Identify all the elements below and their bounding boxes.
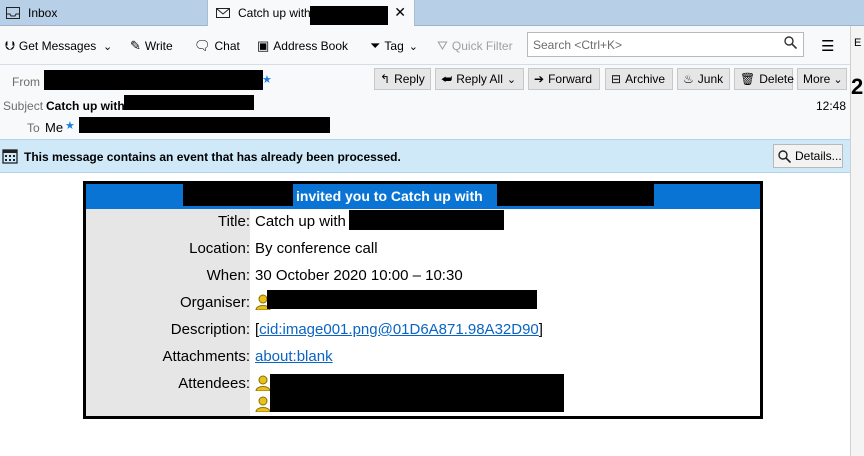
forward-label: Forward [548,72,593,86]
reply-all-icon: ⮨ [441,71,453,86]
details-button[interactable]: Details... [773,144,843,168]
redaction [310,6,388,25]
magnifier-icon [778,149,791,163]
tab-strip: Inbox Catch up with ✕ [0,0,864,26]
tag-icon: ⏷ [370,38,381,53]
person-icon [255,375,271,391]
tab-message-label: Catch up with [238,6,311,20]
search-input[interactable]: Search <Ctrl+K> [527,32,804,57]
chat-button[interactable]: 🗨 Chat [194,36,240,56]
redaction [79,117,330,133]
tab-inbox[interactable]: Inbox [0,0,205,25]
star-icon[interactable]: ★ [262,73,272,86]
flame-icon: ♨ [683,72,694,86]
address-book-icon: ▣ [257,38,270,53]
junk-button[interactable]: ♨ Junk [677,68,730,90]
pencil-icon: ✎ [130,38,141,53]
chat-label: Chat [214,39,240,53]
chevron-down-icon[interactable]: ⌄ [507,73,516,86]
subject-label: Subject [3,99,44,113]
app-menu-icon[interactable]: ☰ [821,37,834,55]
envelope-icon [216,8,230,18]
title-label: Title: [218,213,250,230]
to-label: To [27,121,40,135]
chevron-down-icon: ⌄ [408,40,418,53]
invitation-header-text: invited you to Catch up with [296,188,483,204]
delete-label: Delete [759,72,794,86]
download-icon: ⮋ [5,38,15,53]
person-icon [255,396,271,412]
reply-icon: ↰ [380,72,391,86]
attachments-label: Attachments: [162,348,250,365]
today-pane: E 2 [850,26,864,456]
redaction [270,374,564,412]
get-messages-button[interactable]: ⮋ Get Messages [5,36,96,56]
redaction [183,184,293,206]
more-label: More [803,72,831,86]
description-label: Description: [170,321,250,338]
inbox-icon [6,6,20,19]
archive-button[interactable]: ⊟ Archive [605,68,673,90]
chevron-down-icon: ⌄ [833,73,843,86]
attendees-label: Attendees: [178,375,250,392]
close-tab-icon[interactable]: ✕ [394,4,406,21]
archive-label: Archive [625,72,666,86]
star-icon[interactable]: ★ [65,119,75,132]
get-messages-dropdown-icon[interactable]: ⌄ [103,36,112,56]
title-value: Catch up with [255,213,346,230]
organiser-label: Organiser: [179,294,250,311]
archive-icon: ⊟ [611,72,622,86]
event-notification-bar: This message contains an event that has … [0,139,850,173]
description-value: [cid:image001.png@01D6A871.98A32D90] [255,321,543,338]
redaction [267,290,537,309]
reply-label: Reply [394,72,425,86]
details-label: Details... [795,149,842,163]
filter-icon: ⛛ [437,38,448,53]
trash-icon: 🗑 [740,72,756,86]
quick-filter-label: Quick Filter [451,39,513,53]
today-pane-letter: E [854,37,862,49]
subject-value: Catch up with [46,99,125,113]
forward-icon: ➔ [534,72,545,86]
location-value: By conference call [255,240,378,257]
redaction [497,184,654,206]
today-pane-day: 2 [851,74,864,99]
location-label: Location: [189,240,250,257]
calendar-icon [2,149,18,164]
address-book-label: Address Book [273,39,349,53]
attachment-link[interactable]: about:blank [255,348,333,365]
from-label: From [12,75,40,89]
junk-label: Junk [697,72,724,86]
search-placeholder: Search <Ctrl+K> [533,38,623,52]
quick-filter-button[interactable]: ⛛ Quick Filter [437,36,513,56]
tag-label: Tag [384,39,404,53]
to-value: Me [45,120,64,135]
forward-button[interactable]: ➔ Forward [528,68,600,90]
search-icon [784,36,797,49]
reply-button[interactable]: ↰ Reply [374,68,431,90]
when-label: When: [206,267,250,284]
more-button[interactable]: More ⌄ [797,68,847,90]
chat-icon: 🗨 [194,38,211,53]
tab-inbox-label: Inbox [28,5,58,20]
redaction [124,95,254,110]
write-button[interactable]: ✎ Write [130,36,173,56]
when-value: 30 October 2020 10:00 – 10:30 [255,267,463,284]
description-link[interactable]: cid:image001.png@01D6A871.98A32D90 [259,321,539,338]
message-time: 12:48 [816,99,847,113]
write-label: Write [144,39,173,53]
redaction [349,210,504,230]
address-book-button[interactable]: ▣ Address Book [257,36,348,56]
delete-button[interactable]: 🗑 Delete [734,68,794,90]
tag-button[interactable]: ⏷ Tag ⌄ [370,36,418,56]
redaction [44,70,263,90]
reply-all-button[interactable]: ⮨ Reply All ⌄ [435,68,524,90]
get-messages-label: Get Messages [18,39,97,53]
notification-text: This message contains an event that has … [24,150,401,164]
reply-all-label: Reply All [456,72,503,86]
